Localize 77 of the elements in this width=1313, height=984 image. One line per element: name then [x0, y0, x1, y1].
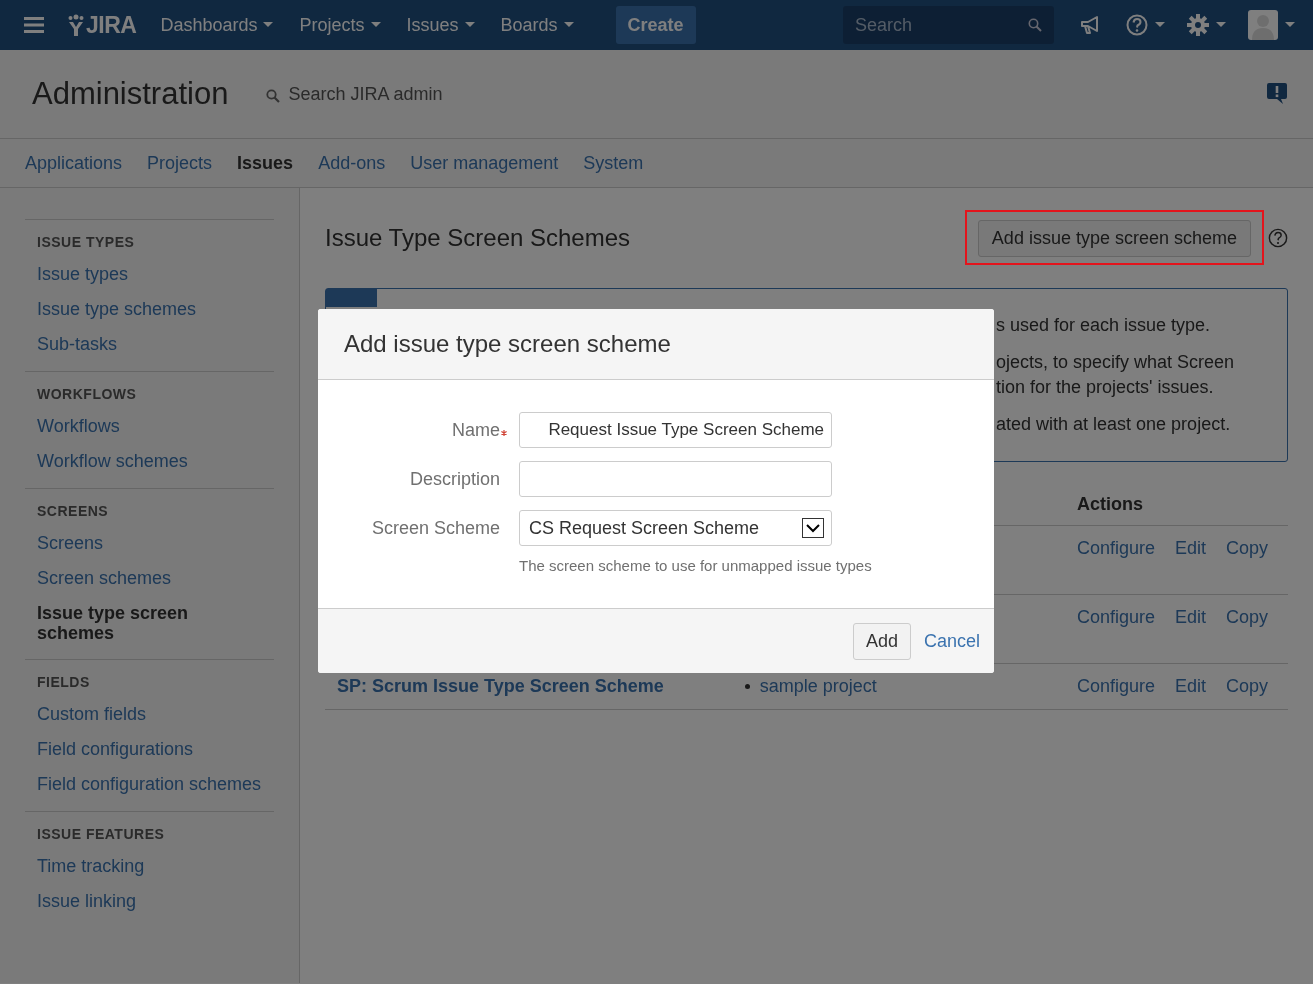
field-label: Name	[452, 420, 500, 441]
action-link[interactable]: Edit	[1174, 607, 1206, 627]
info-text: ated with at least one project.	[996, 413, 1232, 436]
project-link[interactable]: sample project	[759, 676, 877, 697]
action-link[interactable]: Configure	[1076, 607, 1155, 627]
caret-icon	[464, 22, 475, 28]
field-label: Screen Scheme	[371, 518, 500, 539]
menu-icon[interactable]	[24, 17, 44, 33]
sidebar-item[interactable]: Issue types	[37, 258, 274, 293]
scheme-link[interactable]: SP: Scrum Issue Type Screen Scheme	[337, 676, 664, 696]
caret-icon	[263, 22, 274, 28]
sidebar-heading: ISSUE TYPES	[37, 234, 136, 250]
select-field[interactable]: CS Request Screen Scheme	[519, 510, 832, 546]
feedback-icon[interactable]	[1266, 83, 1288, 105]
nav-menu[interactable]: Projects	[299, 14, 393, 36]
sidebar-heading: SCREENS	[37, 503, 110, 519]
caret-icon[interactable]	[1155, 22, 1165, 28]
sidebar-item[interactable]: Field configurations	[37, 733, 274, 768]
admin-tab[interactable]: System	[583, 152, 644, 174]
sidebar-item[interactable]: Issue type screen schemes	[37, 597, 237, 651]
sidebar-item[interactable]: Custom fields	[37, 698, 274, 733]
search-icon	[1028, 18, 1042, 32]
action-link[interactable]: Edit	[1174, 676, 1206, 696]
info-text: tion for the projects' issues.	[996, 376, 1215, 399]
action-link[interactable]: Copy	[1225, 538, 1268, 558]
admin-tab[interactable]: Issues	[237, 152, 294, 174]
nav-menu[interactable]: Dashboards	[160, 14, 286, 36]
sidebar-item[interactable]: Screen schemes	[37, 562, 274, 597]
nav-menu[interactable]: Boards	[500, 14, 586, 36]
logo-text[interactable]: JIRA	[86, 11, 137, 39]
help-icon[interactable]	[1268, 228, 1288, 248]
caret-icon	[370, 22, 381, 28]
nav-menu[interactable]: Issues	[406, 14, 487, 36]
info-text: s used for each issue type.	[996, 314, 1212, 337]
caret-icon	[563, 22, 574, 28]
page-heading: Administration	[32, 76, 229, 112]
sidebar-item[interactable]: Time tracking	[37, 850, 274, 885]
action-link[interactable]: Copy	[1225, 607, 1268, 627]
caret-icon[interactable]	[1216, 22, 1226, 28]
add-button[interactable]: Add	[852, 622, 911, 660]
action-link[interactable]: Copy	[1225, 676, 1268, 696]
search-icon	[266, 88, 281, 103]
column-header: Actions	[1076, 484, 1288, 526]
info-text: ojects, to specify what Screen	[996, 351, 1236, 374]
admin-tab[interactable]: User management	[410, 152, 559, 174]
sidebar-heading: ISSUE FEATURES	[37, 826, 166, 842]
admin-tab[interactable]: Add-ons	[318, 152, 386, 174]
text-field[interactable]	[519, 461, 832, 497]
create-button[interactable]: Create	[615, 6, 696, 44]
search-field[interactable]: Search	[843, 6, 1054, 44]
action-link[interactable]: Edit	[1174, 538, 1206, 558]
sidebar-heading: WORKFLOWS	[37, 386, 138, 402]
action-link[interactable]: Configure	[1076, 538, 1155, 558]
field-hint: The screen scheme to use for unmapped issue types	[519, 557, 872, 574]
settings-icon[interactable]	[1187, 14, 1209, 36]
sidebar-item[interactable]: Workflow schemes	[37, 445, 274, 480]
sidebar-item[interactable]: Workflows	[37, 410, 274, 445]
sidebar-item[interactable]: Issue type schemes	[37, 293, 274, 328]
add-scheme-button[interactable]: Add issue type screen scheme	[977, 219, 1251, 257]
field-label: Description	[409, 469, 500, 490]
dialog-title: Add issue type screen scheme	[344, 330, 671, 358]
dropdown-icon	[802, 518, 824, 538]
admin-search-field[interactable]: Search JIRA admin	[266, 81, 589, 107]
admin-tab[interactable]: Projects	[147, 152, 213, 174]
sidebar-item[interactable]: Sub-tasks	[37, 328, 274, 363]
sidebar-heading: FIELDS	[37, 674, 91, 690]
sidebar-item[interactable]: Screens	[37, 527, 274, 562]
caret-icon[interactable]	[1285, 22, 1295, 28]
section-title: Issue Type Screen Schemes	[325, 224, 631, 252]
sidebar-item[interactable]: Issue linking	[37, 885, 274, 920]
cancel-link[interactable]: Cancel	[923, 630, 980, 652]
bullet-icon	[744, 684, 750, 689]
logo-icon	[68, 14, 84, 36]
text-field[interactable]: Request Issue Type Screen Scheme	[519, 412, 832, 448]
sidebar-item[interactable]: Field configuration schemes	[37, 768, 274, 803]
admin-tab[interactable]: Applications	[25, 152, 123, 174]
action-link[interactable]: Configure	[1076, 676, 1155, 696]
